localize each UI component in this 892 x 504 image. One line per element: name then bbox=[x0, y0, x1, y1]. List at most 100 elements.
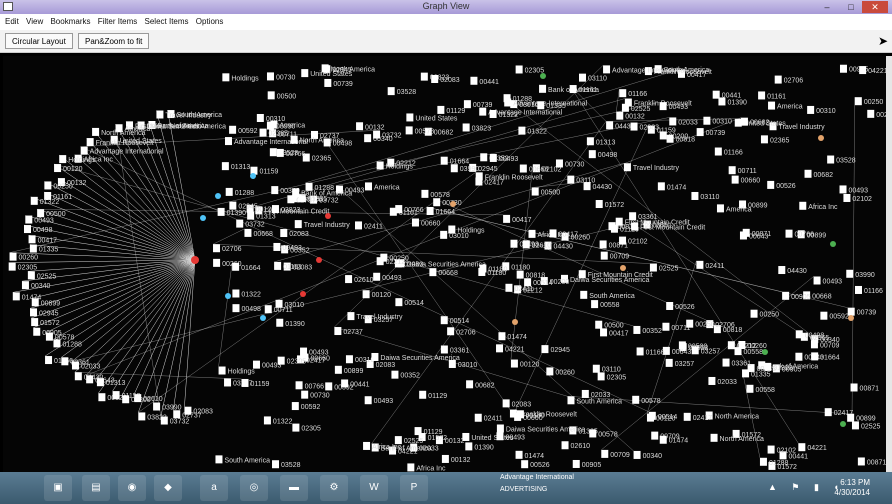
clock[interactable]: 6:13 PM 4/30/2014 bbox=[834, 478, 870, 498]
graph-node[interactable] bbox=[232, 262, 240, 271]
graph-node[interactable] bbox=[271, 186, 279, 195]
menu-edit[interactable]: Edit bbox=[5, 17, 19, 26]
graph-node[interactable] bbox=[857, 457, 865, 466]
entity-node[interactable] bbox=[215, 193, 221, 199]
graph-node[interactable] bbox=[633, 450, 641, 459]
graph-node[interactable] bbox=[760, 135, 768, 144]
graph-node[interactable] bbox=[504, 98, 512, 107]
graph-node[interactable] bbox=[61, 357, 69, 366]
graph-node[interactable] bbox=[213, 244, 221, 253]
graph-node[interactable] bbox=[767, 445, 775, 454]
graph-node[interactable] bbox=[8, 262, 16, 271]
graph-node[interactable] bbox=[615, 217, 623, 226]
graph-node[interactable] bbox=[450, 164, 458, 173]
graph-node[interactable] bbox=[31, 318, 39, 327]
graph-node[interactable] bbox=[112, 391, 120, 400]
graph-node[interactable] bbox=[727, 341, 735, 350]
graph-node[interactable] bbox=[588, 150, 596, 159]
graph-node[interactable] bbox=[578, 270, 586, 279]
graph-node[interactable] bbox=[561, 441, 569, 450]
entity-node[interactable] bbox=[200, 215, 206, 221]
graph-node[interactable] bbox=[785, 229, 793, 238]
graph-node[interactable] bbox=[739, 231, 747, 240]
graph-node[interactable] bbox=[696, 128, 704, 137]
graph-node[interactable] bbox=[325, 382, 333, 391]
graph-node[interactable] bbox=[272, 460, 280, 469]
graph-node[interactable] bbox=[426, 206, 434, 215]
graph-node[interactable] bbox=[44, 181, 52, 190]
graph-node[interactable] bbox=[33, 327, 41, 336]
maximize-button[interactable]: □ bbox=[842, 1, 860, 13]
graph-node[interactable] bbox=[232, 289, 240, 298]
graph-node[interactable] bbox=[365, 182, 373, 191]
graph-node[interactable] bbox=[224, 137, 232, 146]
graph-node[interactable] bbox=[810, 340, 818, 349]
graph-node[interactable] bbox=[447, 327, 455, 336]
folder-icon[interactable]: ▤ bbox=[82, 475, 110, 501]
graph-node[interactable] bbox=[589, 429, 597, 438]
graph-node[interactable] bbox=[440, 345, 448, 354]
graph-node[interactable] bbox=[683, 412, 691, 421]
graph-node[interactable] bbox=[746, 384, 754, 393]
graph-node[interactable] bbox=[728, 166, 736, 175]
graph-node[interactable] bbox=[659, 435, 667, 444]
graph-node[interactable] bbox=[799, 201, 807, 210]
graph-node[interactable] bbox=[583, 182, 591, 191]
graph-node[interactable] bbox=[764, 362, 772, 371]
graph-node[interactable] bbox=[431, 75, 439, 84]
graph-node[interactable] bbox=[662, 322, 670, 331]
graph-node[interactable] bbox=[718, 97, 726, 106]
graph-node[interactable] bbox=[287, 195, 295, 204]
graph-node[interactable] bbox=[218, 366, 226, 375]
graph-node[interactable] bbox=[92, 127, 100, 136]
graph-node[interactable] bbox=[601, 449, 609, 458]
graph-node[interactable] bbox=[86, 375, 94, 384]
graph-node[interactable] bbox=[691, 191, 699, 200]
graph-node[interactable] bbox=[578, 73, 586, 82]
settings-icon[interactable]: ⚙ bbox=[320, 475, 348, 501]
graph-node[interactable] bbox=[636, 347, 644, 356]
entity-node[interactable] bbox=[325, 213, 331, 219]
graph-node[interactable] bbox=[669, 117, 677, 126]
graph-node[interactable] bbox=[345, 355, 353, 364]
graph-node[interactable] bbox=[649, 263, 657, 272]
graph-node[interactable] bbox=[80, 146, 88, 155]
entity-node[interactable] bbox=[762, 349, 768, 355]
graph-node[interactable] bbox=[448, 225, 456, 234]
graph-node[interactable] bbox=[847, 307, 855, 316]
graph-node[interactable] bbox=[580, 290, 588, 299]
graph-node[interactable] bbox=[387, 87, 395, 96]
explorer-icon[interactable]: ▣ bbox=[44, 475, 72, 501]
graph-node[interactable] bbox=[795, 330, 803, 339]
graph-node[interactable] bbox=[549, 229, 557, 238]
menu-filter-items[interactable]: Filter Items bbox=[98, 17, 138, 26]
graph-node[interactable] bbox=[247, 211, 255, 220]
graph-node[interactable] bbox=[592, 364, 600, 373]
graph-node[interactable] bbox=[267, 91, 275, 100]
graph-node[interactable] bbox=[606, 121, 614, 130]
graph-node[interactable] bbox=[45, 356, 53, 365]
graph-node[interactable] bbox=[292, 423, 300, 432]
graph-node[interactable] bbox=[502, 399, 510, 408]
graph-node[interactable] bbox=[30, 196, 38, 205]
graph-node[interactable] bbox=[229, 201, 237, 210]
graph-node[interactable] bbox=[665, 358, 673, 367]
graph-node[interactable] bbox=[510, 239, 518, 248]
graph-node[interactable] bbox=[541, 345, 549, 354]
graph-node[interactable] bbox=[391, 370, 399, 379]
graph-node[interactable] bbox=[273, 242, 281, 251]
graph-node[interactable] bbox=[474, 413, 482, 422]
graph-node[interactable] bbox=[295, 381, 303, 390]
chrome-icon[interactable]: ◎ bbox=[240, 475, 268, 501]
entity-node[interactable] bbox=[250, 173, 256, 179]
graph-node[interactable] bbox=[531, 187, 539, 196]
graph-node[interactable] bbox=[323, 138, 331, 147]
graph-node[interactable] bbox=[621, 103, 629, 112]
graph-node[interactable] bbox=[292, 188, 300, 197]
tray-icons[interactable]: ▲ ⚑ ▮ ◖ bbox=[768, 482, 845, 493]
graph-node[interactable] bbox=[347, 312, 355, 321]
graph-node[interactable] bbox=[619, 89, 627, 98]
graph-node[interactable] bbox=[666, 301, 674, 310]
graph-node[interactable] bbox=[479, 264, 487, 273]
graph-node[interactable] bbox=[355, 221, 363, 230]
